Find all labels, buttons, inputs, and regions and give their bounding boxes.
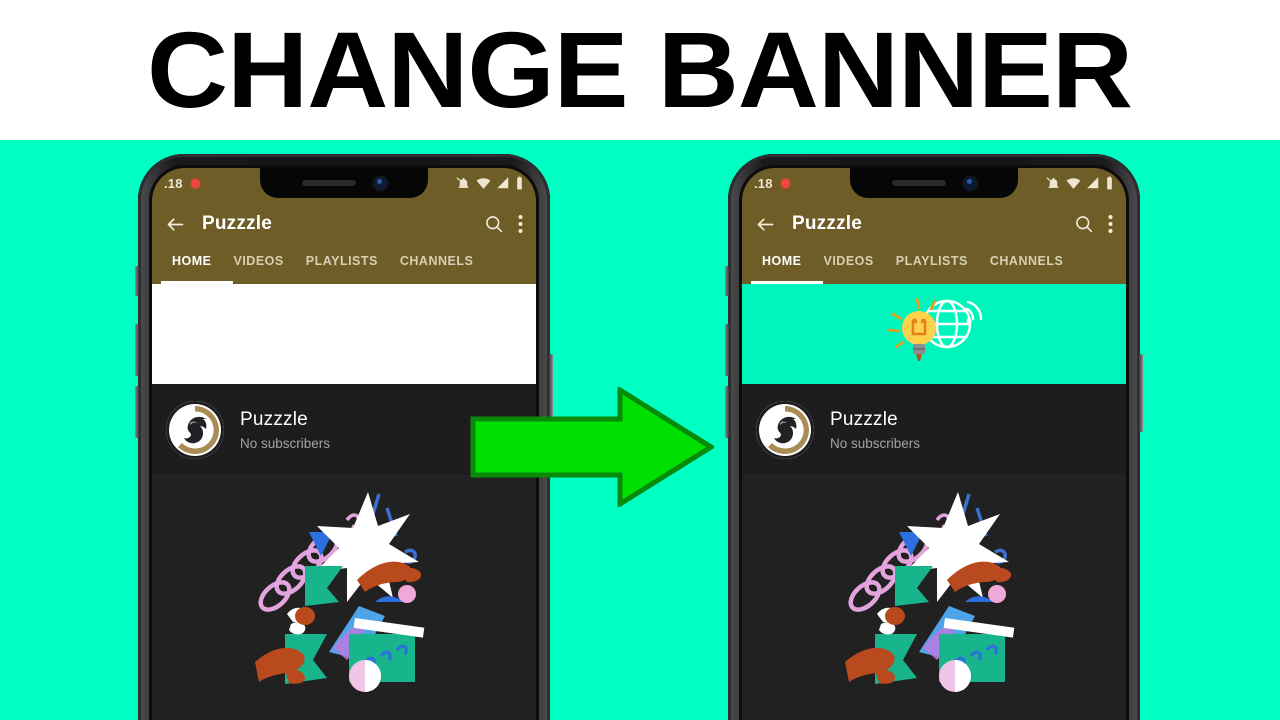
search-icon[interactable] <box>1074 214 1094 234</box>
headline-banner: CHANGE BANNER <box>0 0 1280 140</box>
channel-info-after: Puzzzle No subscribers <box>742 384 1126 476</box>
channel-banner-before[interactable] <box>152 284 536 384</box>
phone-notch-before <box>260 168 428 198</box>
tab-channels-after[interactable]: CHANNELS <box>979 250 1074 268</box>
volume-up-button-after[interactable] <box>725 324 729 376</box>
phone-after: .18 Puzzzle HOME VIDEOS PLAYLISTS CHANNE… <box>725 154 1143 720</box>
green-right-arrow <box>470 387 714 507</box>
tab-playlists-before[interactable]: PLAYLISTS <box>295 250 389 268</box>
thumbnail-canvas: CHANGE BANNER .18 Puzzzle HOME VIDEOS PL… <box>0 0 1280 720</box>
mute-switch-after[interactable] <box>725 266 729 296</box>
eagle-head-avatar[interactable] <box>756 400 814 459</box>
search-icon[interactable] <box>484 214 504 234</box>
abstract-confetti-illustration <box>845 492 1015 692</box>
channel-meta-after: Puzzzle No subscribers <box>830 409 920 451</box>
arrow-back-icon[interactable] <box>755 214 776 235</box>
empty-state-after <box>742 476 1126 720</box>
more-vert-icon[interactable] <box>1108 214 1113 234</box>
phone-inner-after: .18 Puzzzle HOME VIDEOS PLAYLISTS CHANNE… <box>739 165 1129 720</box>
tab-home-after[interactable]: HOME <box>751 250 813 268</box>
channel-meta-before: Puzzzle No subscribers <box>240 409 330 451</box>
channel-name-after: Puzzzle <box>830 408 898 430</box>
tab-channels-before[interactable]: CHANNELS <box>389 250 484 268</box>
channel-title-after: Puzzzle <box>792 213 863 234</box>
earpiece-speaker-before <box>301 180 356 186</box>
front-camera-before <box>373 176 387 190</box>
wifi-icon <box>1066 176 1081 191</box>
channel-name-before: Puzzzle <box>240 408 308 430</box>
comparison-stage: .18 Puzzzle HOME VIDEOS PLAYLISTS CHANNE… <box>0 140 1280 720</box>
bell-off-icon <box>1046 176 1061 191</box>
earpiece-speaker-after <box>891 180 946 186</box>
signal-icon <box>1086 176 1100 190</box>
volume-down-button-before[interactable] <box>135 386 139 438</box>
tab-playlists-after[interactable]: PLAYLISTS <box>885 250 979 268</box>
arrow-back-icon[interactable] <box>165 214 186 235</box>
empty-state-before <box>152 476 536 720</box>
tab-videos-before[interactable]: VIDEOS <box>223 250 295 268</box>
recording-indicator-after <box>780 178 790 188</box>
tab-videos-after[interactable]: VIDEOS <box>813 250 885 268</box>
mute-switch-before[interactable] <box>135 266 139 296</box>
phone-notch-after <box>850 168 1018 198</box>
channel-banner-after[interactable] <box>742 284 1126 384</box>
status-icons-before <box>456 176 524 191</box>
tab-home-before[interactable]: HOME <box>161 250 223 268</box>
abstract-confetti-illustration <box>255 492 425 692</box>
volume-up-button-before[interactable] <box>135 324 139 376</box>
phone-screen-after: .18 Puzzzle HOME VIDEOS PLAYLISTS CHANNE… <box>742 168 1126 720</box>
tab-bar-after: HOME VIDEOS PLAYLISTS CHANNELS <box>742 250 1126 284</box>
signal-icon <box>496 176 510 190</box>
eagle-head-avatar[interactable] <box>166 400 224 459</box>
channel-title-before: Puzzzle <box>202 213 273 234</box>
lightbulb-globe-wifi-icon <box>887 297 983 361</box>
battery-icon <box>1105 176 1114 190</box>
more-vert-icon[interactable] <box>518 214 523 234</box>
bell-off-icon <box>456 176 471 191</box>
page-title: CHANGE BANNER <box>147 9 1134 131</box>
status-icons-after <box>1046 176 1114 191</box>
app-bar-after: Puzzzle <box>742 198 1126 250</box>
status-time-after: .18 <box>754 175 773 191</box>
wifi-icon <box>476 176 491 191</box>
battery-icon <box>515 176 524 190</box>
status-time-before: .18 <box>164 175 183 191</box>
volume-down-button-after[interactable] <box>725 386 729 438</box>
recording-indicator-before <box>190 178 200 188</box>
subscriber-count-before: No subscribers <box>240 435 331 451</box>
power-button-after[interactable] <box>1139 354 1143 432</box>
tab-bar-before: HOME VIDEOS PLAYLISTS CHANNELS <box>152 250 536 284</box>
app-bar-before: Puzzzle <box>152 198 536 250</box>
subscriber-count-after: No subscribers <box>830 435 921 451</box>
front-camera-after <box>963 176 977 190</box>
